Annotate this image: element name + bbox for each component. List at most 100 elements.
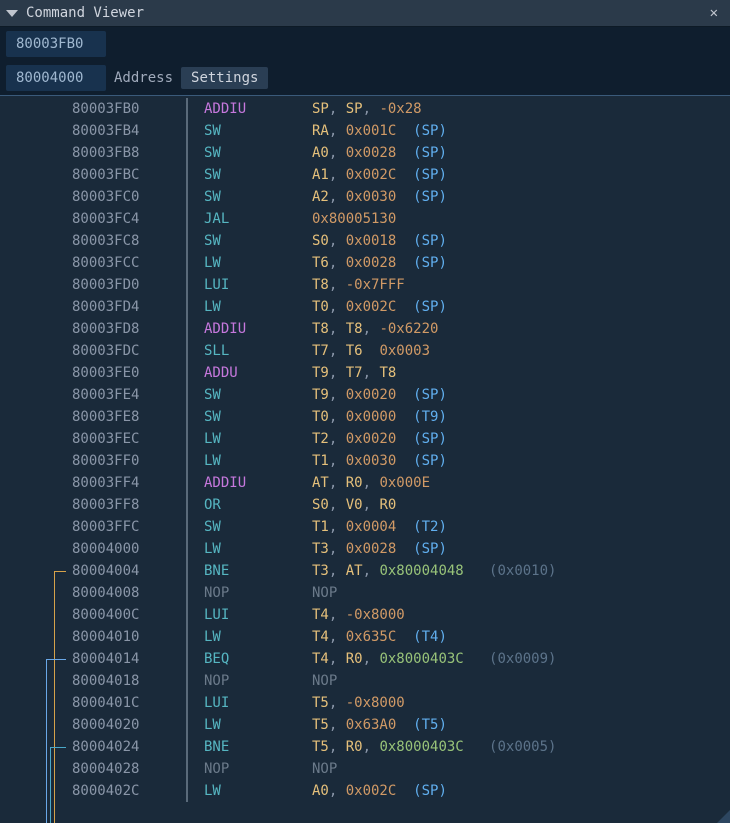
disasm-row[interactable]: 80003FD8ADDIUT8, T8, -0x6220: [0, 318, 730, 340]
opcode: NOP: [204, 758, 312, 780]
separator: [186, 670, 188, 692]
operands: T6, 0x0028 (SP): [312, 252, 730, 274]
separator: [186, 318, 188, 340]
disasm-row[interactable]: 8000402CLWA0, 0x002C (SP): [0, 780, 730, 802]
separator: [186, 560, 188, 582]
address-input-1[interactable]: [6, 31, 106, 57]
disasm-row[interactable]: 80003FC4JAL0x80005130: [0, 208, 730, 230]
operands: NOP: [312, 758, 730, 780]
address: 80003FBC: [68, 164, 150, 186]
address: 80003FB0: [68, 98, 150, 120]
disasm-row[interactable]: 8000401CLUIT5, -0x8000: [0, 692, 730, 714]
opcode: BNE: [204, 736, 312, 758]
operands: T3, 0x0028 (SP): [312, 538, 730, 560]
opcode: LW: [204, 538, 312, 560]
gutter: [0, 208, 68, 230]
address: 80003FF0: [68, 450, 150, 472]
disasm-row[interactable]: 80004018NOPNOP: [0, 670, 730, 692]
disasm-row[interactable]: 80003FE8SWT0, 0x0000 (T9): [0, 406, 730, 428]
separator: [186, 296, 188, 318]
gutter: [0, 428, 68, 450]
opcode: LW: [204, 626, 312, 648]
address: 80003FD0: [68, 274, 150, 296]
disasm-row[interactable]: 80003FD4LWT0, 0x002C (SP): [0, 296, 730, 318]
address: 80003FC4: [68, 208, 150, 230]
disasm-row[interactable]: 80003FB0ADDIUSP, SP, -0x28: [0, 98, 730, 120]
operands: T2, 0x0020 (SP): [312, 428, 730, 450]
disasm-row[interactable]: 80003FE4SWT9, 0x0020 (SP): [0, 384, 730, 406]
disasm-row[interactable]: 80003FC0SWA2, 0x0030 (SP): [0, 186, 730, 208]
disasm-row[interactable]: 80003FC8SWS0, 0x0018 (SP): [0, 230, 730, 252]
separator: [186, 780, 188, 802]
operands: T5, 0x63A0 (T5): [312, 714, 730, 736]
resize-handle-icon[interactable]: [712, 810, 730, 823]
opcode: LW: [204, 428, 312, 450]
disasm-row[interactable]: 80004000LWT3, 0x0028 (SP): [0, 538, 730, 560]
disasm-row[interactable]: 8000400CLUIT4, -0x8000: [0, 604, 730, 626]
disasm-row[interactable]: 80004008NOPNOP: [0, 582, 730, 604]
separator: [186, 648, 188, 670]
titlebar[interactable]: Command Viewer ✕: [0, 0, 730, 27]
operands: T4, 0x635C (T4): [312, 626, 730, 648]
disasm-row[interactable]: 80003FDCSLLT7, T6 0x0003: [0, 340, 730, 362]
operands: T9, T7, T8: [312, 362, 730, 384]
collapse-icon[interactable]: [6, 10, 18, 17]
disasm-row[interactable]: 80004028 NOPNOP: [0, 758, 730, 780]
separator: [186, 384, 188, 406]
operands: T7, T6 0x0003: [312, 340, 730, 362]
opcode: SW: [204, 516, 312, 538]
disasm-row[interactable]: 80003FF8ORS0, V0, R0: [0, 494, 730, 516]
address-input-2[interactable]: [6, 65, 106, 91]
disasm-row[interactable]: 80003FB8SWA0, 0x0028 (SP): [0, 142, 730, 164]
operands: T4, R0, 0x8000403C (0x0009): [312, 648, 730, 670]
separator: [186, 406, 188, 428]
separator: [186, 208, 188, 230]
disasm-row[interactable]: 80003FFCSWT1, 0x0004 (T2): [0, 516, 730, 538]
separator: [186, 164, 188, 186]
opcode: SW: [204, 230, 312, 252]
separator: [186, 472, 188, 494]
settings-button[interactable]: Settings: [181, 67, 268, 89]
opcode: BEQ: [204, 648, 312, 670]
disasm-row[interactable]: 80003FCCLWT6, 0x0028 (SP): [0, 252, 730, 274]
gutter: [0, 164, 68, 186]
operands: T0, 0x0000 (T9): [312, 406, 730, 428]
opcode: LW: [204, 296, 312, 318]
address: 80003FE0: [68, 362, 150, 384]
toolbar: Address Settings: [0, 27, 730, 96]
gutter: [0, 538, 68, 560]
disassembly-view[interactable]: 80003FB0ADDIUSP, SP, -0x2880003FB4SWRA, …: [0, 96, 730, 823]
opcode: BNE: [204, 560, 312, 582]
disasm-row[interactable]: 80003FD0LUIT8, -0x7FFF: [0, 274, 730, 296]
separator: [186, 516, 188, 538]
branch-line-3: [50, 747, 66, 823]
address: 80003FE8: [68, 406, 150, 428]
separator: [186, 626, 188, 648]
operands: T8, T8, -0x6220: [312, 318, 730, 340]
operands: T5, R0, 0x8000403C (0x0005): [312, 736, 730, 758]
gutter: [0, 252, 68, 274]
disasm-row[interactable]: 80004004BNET3, AT, 0x80004048 (0x0010): [0, 560, 730, 582]
disasm-row[interactable]: 80003FB4SWRA, 0x001C (SP): [0, 120, 730, 142]
close-icon[interactable]: ✕: [706, 4, 722, 22]
disasm-row[interactable]: 80004024BNET5, R0, 0x8000403C (0x0005): [0, 736, 730, 758]
disasm-row[interactable]: 80003FE0ADDUT9, T7, T8: [0, 362, 730, 384]
disasm-row[interactable]: 80004010 LWT4, 0x635C (T4): [0, 626, 730, 648]
opcode: LUI: [204, 692, 312, 714]
opcode: SW: [204, 384, 312, 406]
address: 80004010: [68, 626, 150, 648]
address: 80004018: [68, 670, 150, 692]
operands: S0, V0, R0: [312, 494, 730, 516]
address: 80003FDC: [68, 340, 150, 362]
operands: T3, AT, 0x80004048 (0x0010): [312, 560, 730, 582]
address: 80003FB8: [68, 142, 150, 164]
disasm-row[interactable]: 80003FECLWT2, 0x0020 (SP): [0, 428, 730, 450]
separator: [186, 274, 188, 296]
opcode: ADDIU: [204, 318, 312, 340]
disasm-row[interactable]: 80003FF4ADDIUAT, R0, 0x000E: [0, 472, 730, 494]
disasm-row[interactable]: 80003FF0LWT1, 0x0030 (SP): [0, 450, 730, 472]
address: 80004028: [68, 758, 150, 780]
disasm-row[interactable]: 80004020LWT5, 0x63A0 (T5): [0, 714, 730, 736]
disasm-row[interactable]: 80004014BEQT4, R0, 0x8000403C (0x0009): [0, 648, 730, 670]
disasm-row[interactable]: 80003FBCSWA1, 0x002C (SP): [0, 164, 730, 186]
